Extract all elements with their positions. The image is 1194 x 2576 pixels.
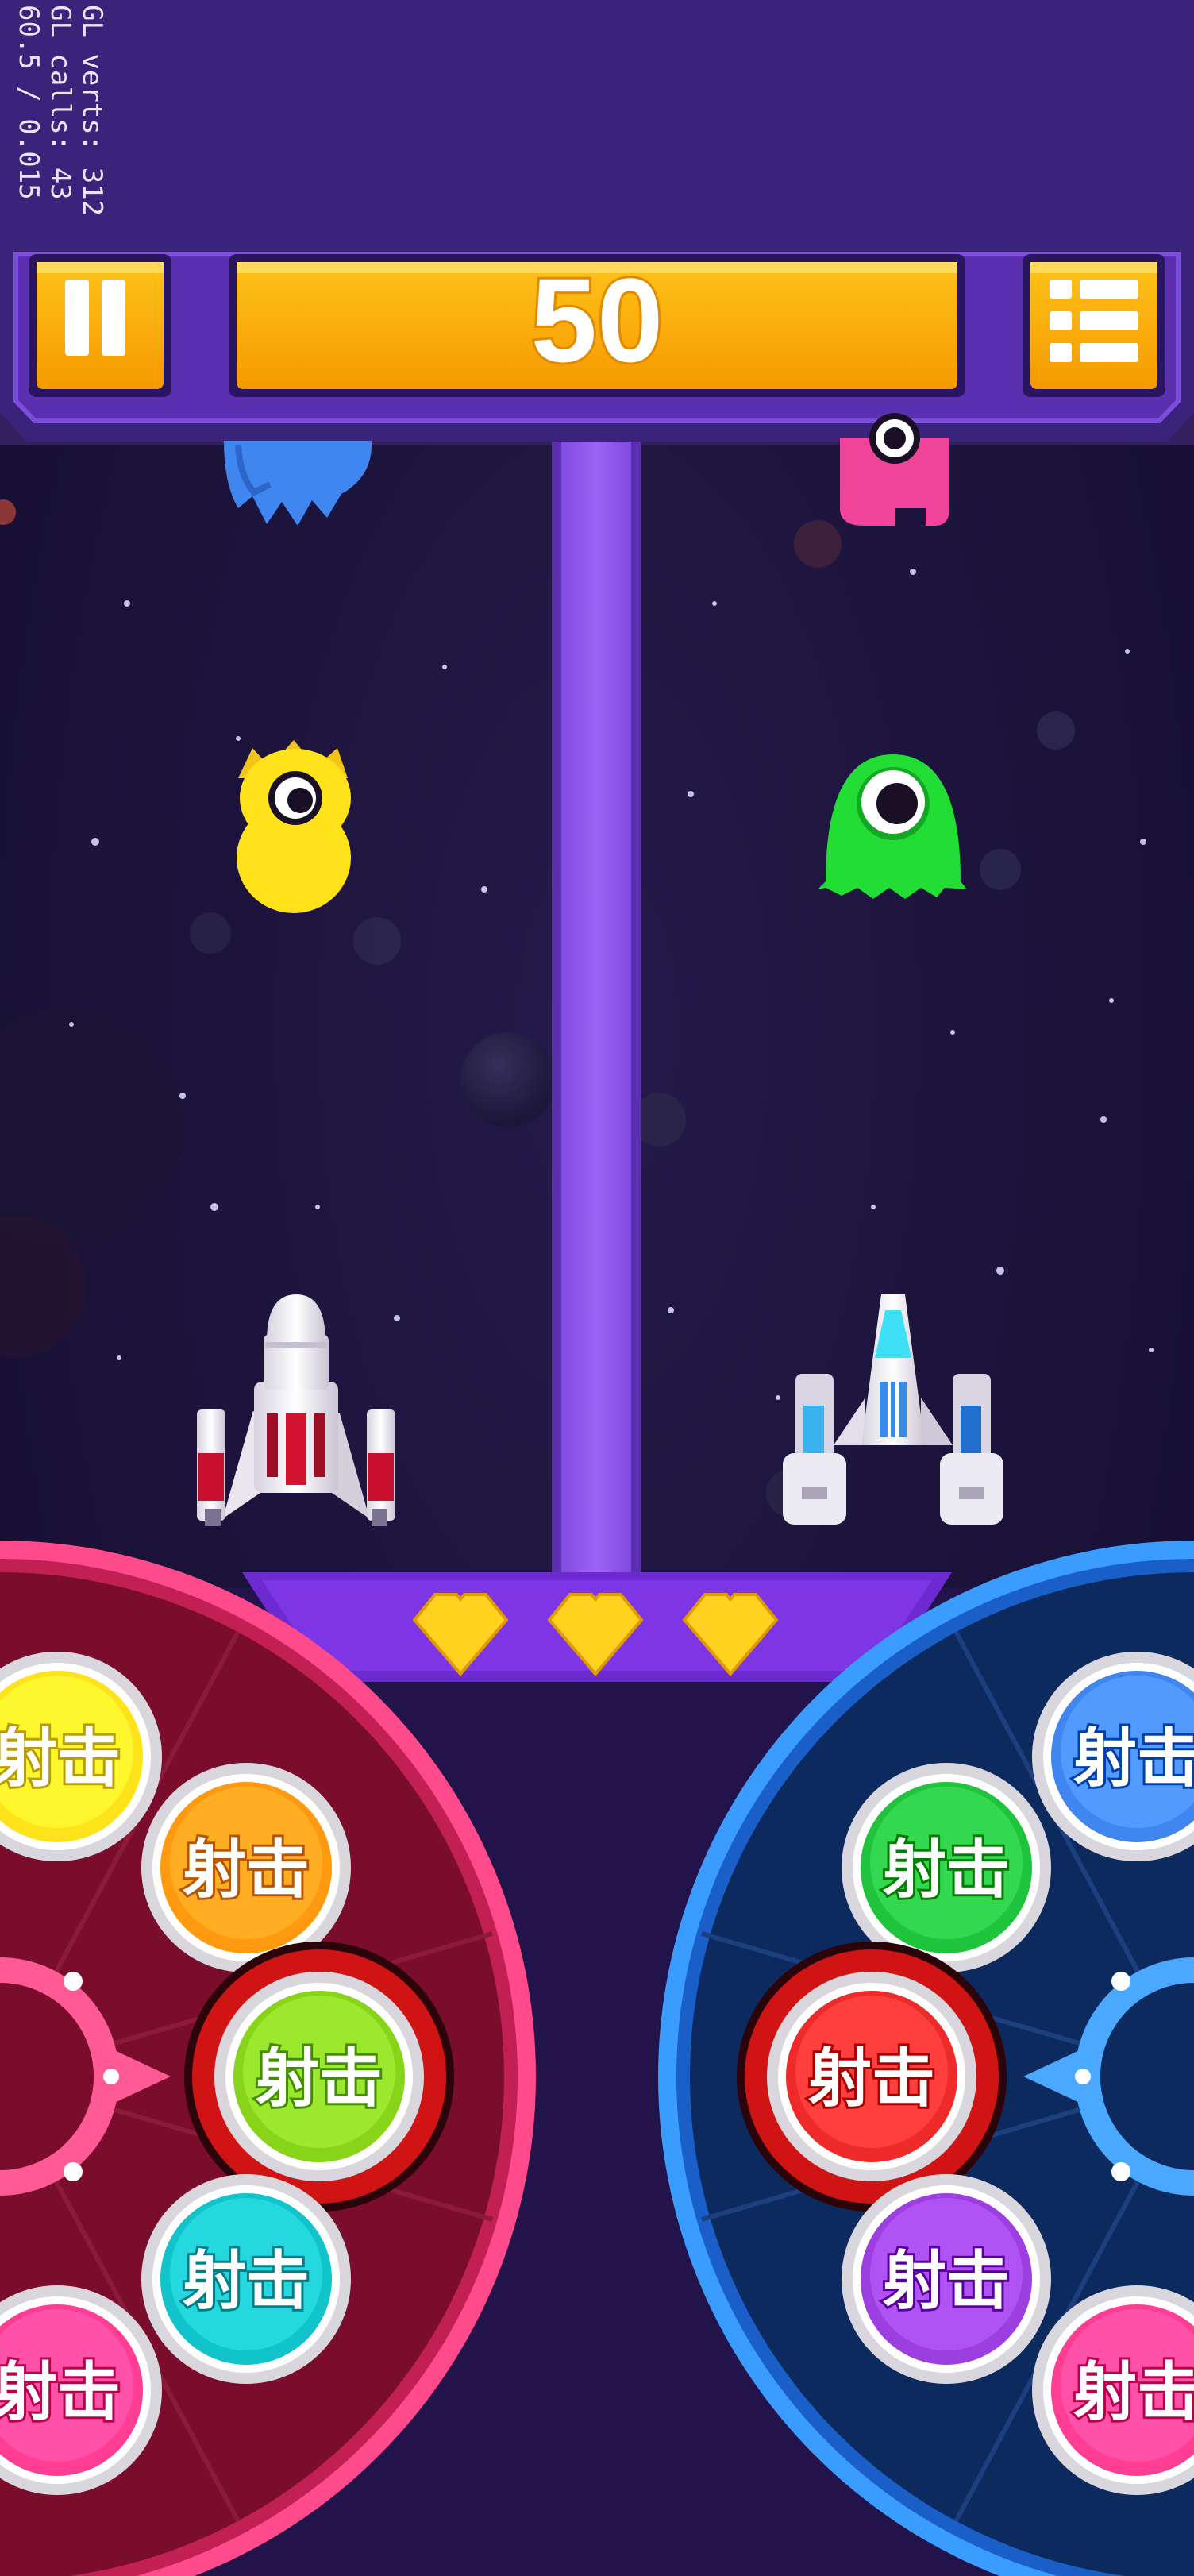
yellow-crowned-alien (237, 740, 351, 913)
score-panel: 50 (229, 251, 965, 397)
fire-button-label: 射击 (183, 1834, 310, 1905)
fire-button-label: 射击 (183, 2246, 310, 2316)
debug-overlay: GL verts: 312 GL calls: 43 60.5 / 0.015 (6, 5, 125, 243)
fire-button-label: 射击 (883, 2246, 1010, 2316)
center-divider (552, 429, 641, 1572)
fire-button-label: 射击 (0, 2357, 121, 2428)
fire-button-label: 射击 (256, 2043, 383, 2114)
fire-button-label: 射击 (0, 1723, 121, 1794)
menu-button[interactable] (1023, 254, 1165, 397)
lives-panel (242, 1572, 952, 1682)
fire-button-red[interactable]: 射击 (737, 1942, 1007, 2212)
pause-button[interactable] (29, 254, 171, 397)
debug-gl-calls: GL calls: 43 (44, 5, 76, 200)
fire-button-label: 射击 (808, 2043, 935, 2114)
fire-button-lime[interactable]: 射击 (184, 1942, 454, 2212)
fire-button-label: 射击 (1073, 1723, 1194, 1794)
menu-list-icon (1050, 280, 1138, 362)
score-value: 50 (531, 253, 664, 387)
fire-button-orange[interactable]: 射击 (141, 1763, 351, 1972)
fire-button-green[interactable]: 射击 (842, 1763, 1051, 1972)
debug-fps: 60.5 / 0.015 (13, 5, 44, 200)
fire-button-label: 射击 (883, 1834, 1010, 1905)
fire-button-purple[interactable]: 射击 (842, 2174, 1051, 2384)
debug-gl-verts: GL verts: 312 (76, 5, 108, 217)
fire-button-label: 射击 (1073, 2357, 1194, 2428)
fire-button-cyan[interactable]: 射击 (141, 2174, 351, 2384)
game-canvas: 50 射击射击射击射击射击 射击射击射击射击射击 (0, 0, 1194, 2576)
